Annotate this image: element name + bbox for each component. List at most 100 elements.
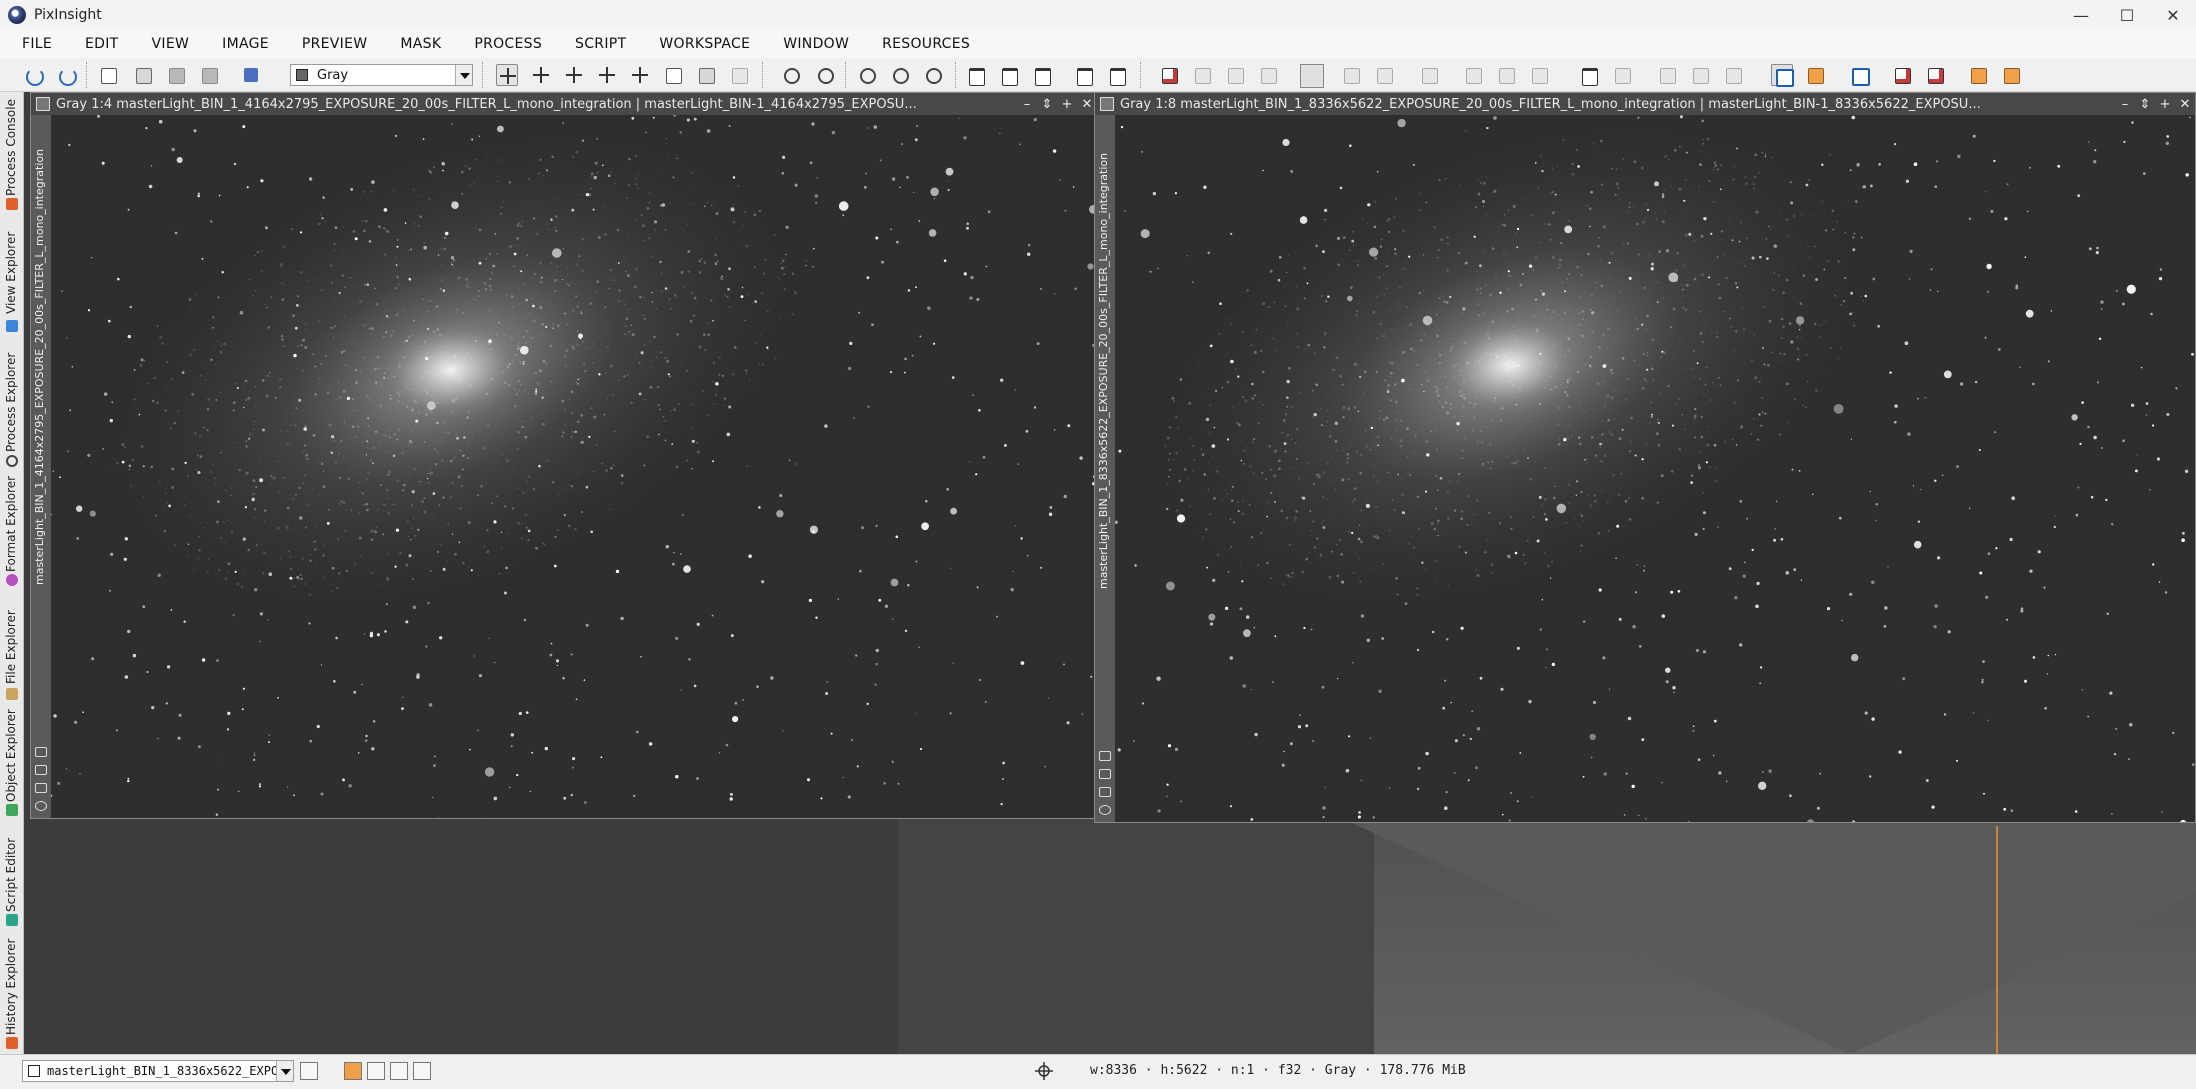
zoom-1-1-icon[interactable] [856,64,878,86]
dock-tab-format-explorer[interactable]: Format Explorer [2,472,22,587]
save-as-icon[interactable] [198,64,220,86]
mode-orange-icon[interactable] [344,1062,362,1080]
dock-tab-script-editor[interactable]: Script Editor [2,822,22,927]
track-view-icon[interactable] [1967,64,1989,86]
expand-icon[interactable] [1099,769,1111,779]
shrink-icon[interactable] [1099,751,1111,761]
screen-transfer-icon[interactable] [1804,64,1826,86]
dock-tab-file-explorer[interactable]: File Explorer [2,592,22,702]
minimize-button[interactable]: – [2115,97,2135,112]
save-icon[interactable] [165,64,187,86]
zoom-fit-view-icon[interactable] [922,64,944,86]
zoom-fit-icon[interactable] [530,64,552,86]
preview-undo-icon[interactable] [1495,64,1517,86]
chevron-down-icon[interactable] [276,1061,293,1081]
explorer-layout-icon[interactable] [1578,64,1600,86]
mode-2-icon[interactable] [367,1062,385,1080]
fit-window-icon[interactable] [998,64,1020,86]
preview-restore-icon[interactable] [1462,64,1484,86]
menu-view[interactable]: VIEW [152,36,190,52]
mask-show-icon[interactable] [1300,64,1324,88]
mask-new-icon[interactable] [1158,64,1180,86]
shade-button[interactable]: ⇕ [2135,97,2155,112]
dynamic-crop-icon[interactable] [695,64,717,86]
dock-tab-view-explorer[interactable]: View Explorer [2,222,22,332]
target-icon[interactable] [1099,805,1111,815]
menu-resources[interactable]: RESOURCES [882,36,970,52]
maximize-button[interactable]: + [1057,97,1077,112]
image-window-titlebar[interactable]: Gray 1:4 masterLight_BIN_1_4164x2795_EXP… [31,93,1097,115]
link-icon[interactable] [1099,787,1111,797]
link-icon[interactable] [35,783,47,793]
mask-select-icon[interactable] [1191,64,1213,86]
mode-4-icon[interactable] [413,1062,431,1080]
menu-process[interactable]: PROCESS [474,36,542,52]
shrink-icon[interactable] [35,747,47,757]
workspace-2-icon[interactable] [1689,64,1711,86]
dock-tab-object-explorer[interactable]: Object Explorer [2,702,22,817]
workspace-3-icon[interactable] [1722,64,1744,86]
mask-remove-icon[interactable] [1224,64,1246,86]
shade-button[interactable]: ⇕ [1037,97,1057,112]
minimize-button[interactable]: — [2058,0,2104,30]
galaxy-image[interactable] [51,115,1097,818]
pointer-icon[interactable] [728,64,750,86]
workspace-1-icon[interactable] [1656,64,1678,86]
view-settings-icon[interactable] [300,1062,318,1080]
menu-file[interactable]: FILE [22,36,52,52]
zoom-out-icon[interactable] [814,64,836,86]
move-icon[interactable] [596,64,618,86]
monitor-icon[interactable] [1771,64,1794,87]
maximize-button[interactable]: + [2155,97,2175,112]
image-window-titlebar[interactable]: Gray 1:8 masterLight_BIN_1_8336x5622_EXP… [1095,93,2195,115]
dock-tab-process-console[interactable]: Process Console [2,92,22,212]
menu-edit[interactable]: EDIT [85,36,119,52]
active-view-select[interactable]: masterLight_BIN_1_8336x5622_EXPOSURE_20_… [22,1060,294,1082]
auto-stretch-icon[interactable] [1891,64,1913,86]
display-channel-icon[interactable] [240,64,262,86]
dock-tab-process-explorer[interactable]: Process Explorer [2,342,22,467]
target-icon[interactable] [35,801,47,811]
redo-icon[interactable] [55,64,77,86]
minimize-button[interactable]: – [1017,97,1037,112]
tile-windows-icon[interactable] [1073,64,1095,86]
chevron-down-icon[interactable] [455,65,472,85]
image-window-1[interactable]: Gray 1:4 masterLight_BIN_1_4164x2795_EXP… [30,92,1098,819]
mask-invert-icon[interactable] [1257,64,1279,86]
reset-stretch-icon[interactable] [1924,64,1946,86]
preview-delete-icon[interactable] [1373,64,1395,86]
menu-image[interactable]: IMAGE [222,36,269,52]
color-space-select[interactable]: Gray [290,64,473,86]
dock-tab-history-explorer[interactable]: History Explorer [2,927,22,1052]
close-button[interactable]: ✕ [2150,0,2196,30]
menu-preview[interactable]: PREVIEW [302,36,368,52]
preview-new-icon[interactable] [1340,64,1362,86]
mode-3-icon[interactable] [390,1062,408,1080]
pan-mode-icon[interactable] [563,64,585,86]
menu-workspace[interactable]: WORKSPACE [659,36,750,52]
close-button[interactable]: ✕ [2175,97,2195,112]
new-image-icon[interactable] [97,64,119,86]
stf-icon[interactable] [1848,64,1870,86]
full-view-icon[interactable] [1031,64,1053,86]
readout-mode-icon[interactable] [496,64,518,86]
expand-icon[interactable] [35,765,47,775]
zoom-fit-window-icon[interactable] [889,64,911,86]
preview-store-icon[interactable] [1418,64,1440,86]
maximize-button[interactable]: ☐ [2104,0,2150,30]
menu-mask[interactable]: MASK [400,36,441,52]
fit-view-icon[interactable] [965,64,987,86]
preview-redo-icon[interactable] [1528,64,1550,86]
open-file-icon[interactable] [132,64,154,86]
edit-preview-icon[interactable] [662,64,684,86]
center-icon[interactable] [629,64,651,86]
undo-icon[interactable] [22,64,44,86]
image-window-2[interactable]: Gray 1:8 masterLight_BIN_1_8336x5622_EXP… [1094,92,2196,823]
menu-script[interactable]: SCRIPT [575,36,626,52]
menu-window[interactable]: WINDOW [783,36,849,52]
zoom-in-icon[interactable] [780,64,802,86]
link-view-icon[interactable] [2000,64,2022,86]
galaxy-image[interactable] [1115,115,2195,822]
explorer-layout-2-icon[interactable] [1611,64,1633,86]
cascade-windows-icon[interactable] [1106,64,1128,86]
